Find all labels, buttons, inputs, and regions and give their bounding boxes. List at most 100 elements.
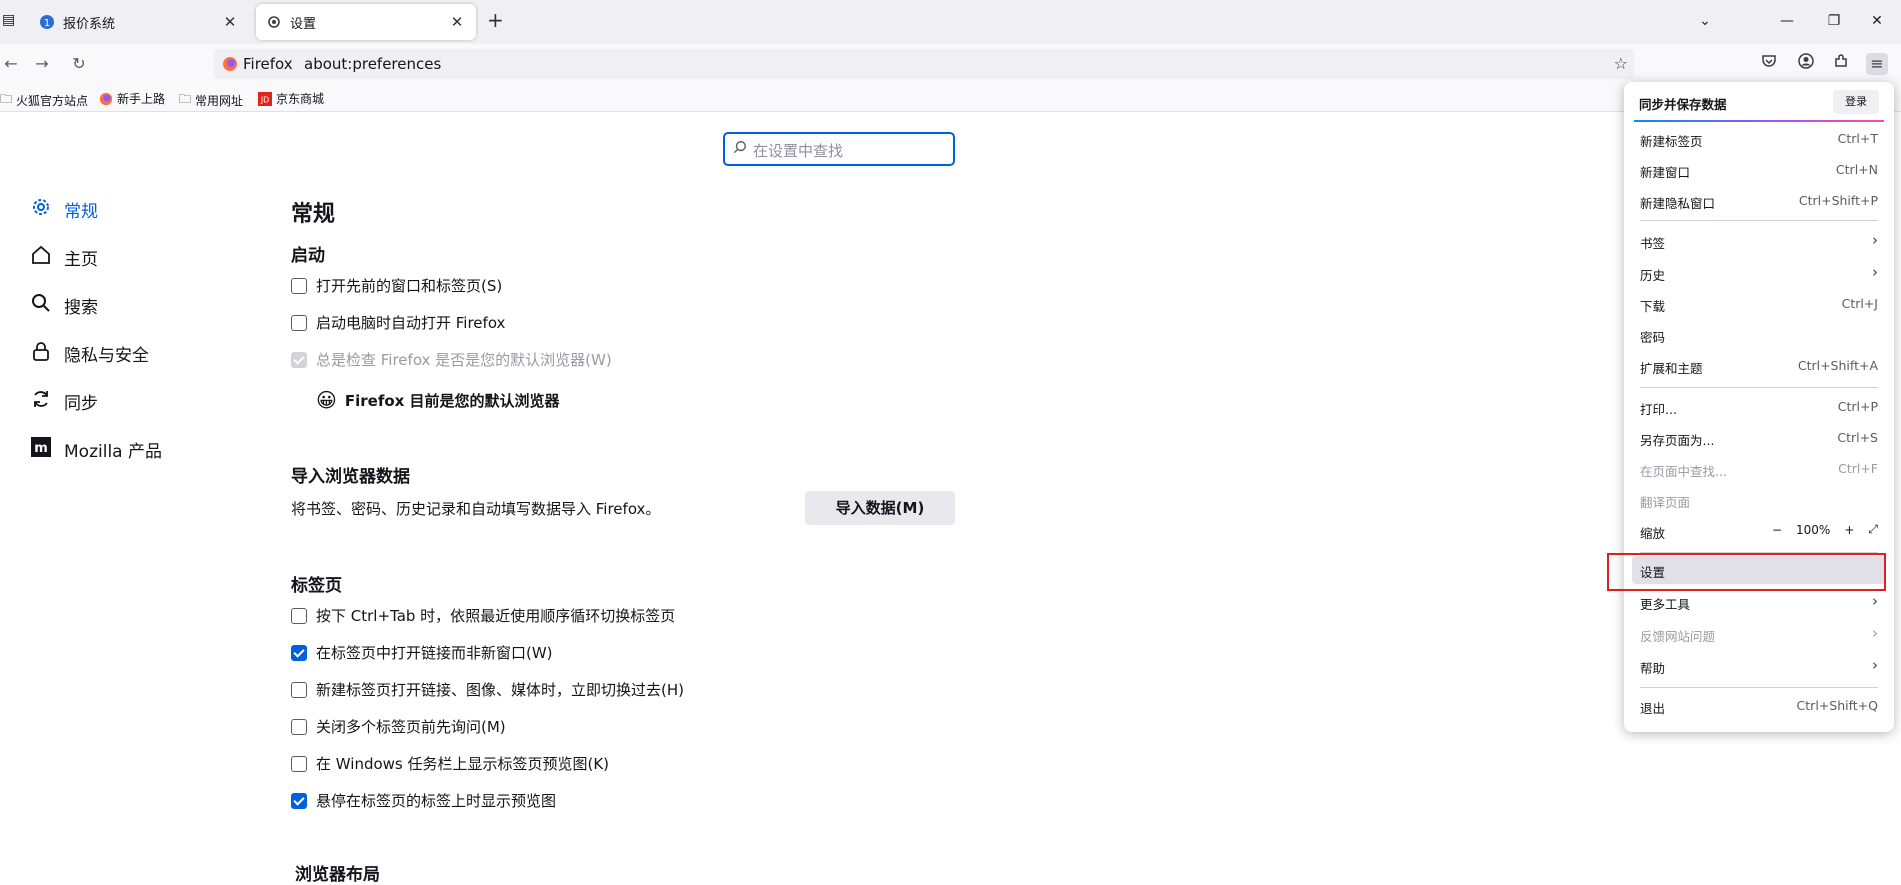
menu-shortcut: Ctrl+P xyxy=(1837,399,1878,414)
default-status-text: Firefox 目前是您的默认浏览器 xyxy=(344,391,560,410)
menu-label: 密码 xyxy=(1640,330,1666,345)
search-icon xyxy=(28,292,54,319)
restore-session-checkbox[interactable] xyxy=(291,277,307,294)
category-label: 常规 xyxy=(64,202,98,222)
warn-close-tabs-checkbox[interactable] xyxy=(291,718,307,735)
ctrl-tab-checkbox[interactable] xyxy=(291,607,307,624)
identity-box[interactable]: Firefox xyxy=(222,55,293,73)
menu-history[interactable]: 历史 › xyxy=(1632,259,1886,287)
open-links-in-tabs-option[interactable]: 在标签页中打开链接而非新窗口(W) xyxy=(291,642,553,663)
fullscreen-expand-icon[interactable]: ⤢ xyxy=(1868,522,1878,537)
firefox-icon xyxy=(223,57,237,71)
autostart-option[interactable]: 启动电脑时自动打开 Firefox xyxy=(291,312,505,333)
menu-more-tools[interactable]: 更多工具 › xyxy=(1632,588,1886,616)
import-description: 将书签、密码、历史记录和自动填写数据导入 Firefox。 xyxy=(291,500,661,518)
settings-search-input[interactable]: 在设置中查找 xyxy=(723,132,955,166)
taskbar-preview-checkbox[interactable] xyxy=(291,755,307,772)
taskbar-preview-option[interactable]: 在 Windows 任务栏上显示标签页预览图(K) xyxy=(291,753,609,774)
sync-icon xyxy=(28,388,54,415)
zoom-out-minus-icon[interactable]: − xyxy=(1772,523,1782,537)
new-tab-plus-icon[interactable]: + xyxy=(487,8,504,32)
menu-label: 另存页面为... xyxy=(1640,433,1715,448)
close-tab-icon[interactable]: ✕ xyxy=(448,13,466,31)
menu-bookmarks[interactable]: 书签 › xyxy=(1632,227,1886,255)
import-heading: 导入浏览器数据 xyxy=(291,467,410,487)
menu-help[interactable]: 帮助 › xyxy=(1632,652,1886,680)
bookmark-item[interactable]: JD 京东商城 xyxy=(258,90,324,107)
forward-arrow-icon[interactable]: → xyxy=(31,53,53,75)
bookmark-item[interactable]: 新手上路 xyxy=(99,90,165,107)
svg-text:m: m xyxy=(34,441,48,456)
category-privacy[interactable]: 隐私与安全 xyxy=(28,340,149,367)
close-tab-icon[interactable]: ✕ xyxy=(221,13,239,31)
tabs-heading: 标签页 xyxy=(291,576,342,596)
minimize-icon[interactable]: — xyxy=(1776,10,1798,32)
back-arrow-icon[interactable]: ← xyxy=(0,53,22,75)
switch-to-new-tab-checkbox[interactable] xyxy=(291,681,307,698)
login-button[interactable]: 登录 xyxy=(1833,90,1879,114)
menu-quit[interactable]: 退出 Ctrl+Shift+Q xyxy=(1632,692,1886,720)
tab-list-icon[interactable]: ▤ xyxy=(2,12,15,28)
category-sync[interactable]: 同步 xyxy=(28,388,98,415)
bookmark-item[interactable]: 🗀 火狐官方站点 xyxy=(0,90,88,111)
menu-label: 帮助 xyxy=(1640,661,1666,676)
menu-label: 新建标签页 xyxy=(1640,134,1703,149)
url-text[interactable]: about:preferences xyxy=(304,55,441,73)
account-icon[interactable] xyxy=(1795,53,1817,75)
sync-header: 同步并保存数据 登录 xyxy=(1624,82,1894,122)
open-links-in-tabs-checkbox[interactable] xyxy=(291,644,307,661)
tab-quote-system[interactable]: 1 报价系统 ✕ xyxy=(29,4,249,40)
hover-preview-checkbox[interactable] xyxy=(291,792,307,809)
close-window-icon[interactable]: ✕ xyxy=(1866,10,1888,32)
tab-title: 报价系统 xyxy=(63,16,116,32)
restore-session-option[interactable]: 打开先前的窗口和标签页(S) xyxy=(291,275,502,296)
category-label: 搜索 xyxy=(64,298,98,318)
menu-print[interactable]: 打印... Ctrl+P xyxy=(1632,393,1886,421)
menu-label: 新建窗口 xyxy=(1640,165,1691,180)
menu-label: 在页面中查找... xyxy=(1640,464,1727,479)
menu-addons[interactable]: 扩展和主题 Ctrl+Shift+A xyxy=(1632,352,1886,380)
menu-label: 书签 xyxy=(1640,236,1666,251)
menu-shortcut: Ctrl+F xyxy=(1838,461,1878,476)
category-general[interactable]: 常规 xyxy=(28,196,98,223)
menu-label: 下载 xyxy=(1640,299,1666,314)
autostart-checkbox[interactable] xyxy=(291,314,307,331)
option-label: 打开先前的窗口和标签页(S) xyxy=(316,277,503,295)
jd-icon: JD xyxy=(258,91,272,106)
page-title: 常规 xyxy=(291,202,336,227)
zoom-in-plus-icon[interactable]: + xyxy=(1844,523,1854,537)
identity-label: Firefox xyxy=(243,55,293,73)
startup-heading: 启动 xyxy=(291,246,325,266)
menu-downloads[interactable]: 下载 Ctrl+J xyxy=(1632,290,1886,318)
pocket-icon[interactable] xyxy=(1758,53,1780,75)
import-data-button[interactable]: 导入数据(M) xyxy=(805,491,955,525)
url-bar[interactable]: Firefox about:preferences ☆ xyxy=(214,49,1634,79)
bookmark-star-icon[interactable]: ☆ xyxy=(1614,54,1628,73)
tab-settings[interactable]: 设置 ✕ xyxy=(256,4,476,40)
menu-new-window[interactable]: 新建窗口 Ctrl+N xyxy=(1632,156,1886,184)
bookmark-item[interactable]: 🗀 常用网址 xyxy=(179,90,243,111)
menu-passwords[interactable]: 密码 xyxy=(1632,321,1886,349)
sync-gradient-divider xyxy=(1634,120,1884,122)
warn-close-tabs-option[interactable]: 关闭多个标签页前先询问(M) xyxy=(291,716,506,737)
category-search[interactable]: 搜索 xyxy=(28,292,98,319)
reload-icon[interactable]: ↻ xyxy=(68,53,90,75)
list-all-tabs-chevron-icon[interactable]: ⌄ xyxy=(1694,10,1716,32)
folder-icon: 🗀 xyxy=(0,92,13,106)
hover-preview-option[interactable]: 悬停在标签页的标签上时显示预览图 xyxy=(291,790,556,811)
extensions-puzzle-icon[interactable] xyxy=(1830,53,1852,75)
zoom-level[interactable]: 100% xyxy=(1796,523,1830,537)
quote-system-favicon-icon: 1 xyxy=(40,15,54,29)
restore-icon[interactable]: ❐ xyxy=(1823,10,1845,32)
category-mozilla-products[interactable]: m Mozilla 产品 xyxy=(28,436,162,463)
switch-to-new-tab-option[interactable]: 新建标签页打开链接、图像、媒体时，立即切换过去(H) xyxy=(291,679,684,700)
svg-text:1: 1 xyxy=(44,18,50,29)
menu-new-private-window[interactable]: 新建隐私窗口 Ctrl+Shift+P xyxy=(1632,187,1886,215)
ctrl-tab-option[interactable]: 按下 Ctrl+Tab 时，依照最近使用顺序循环切换标签页 xyxy=(291,605,675,626)
app-menu-hamburger-icon[interactable]: ≡ xyxy=(1866,53,1888,75)
menu-save-page[interactable]: 另存页面为... Ctrl+S xyxy=(1632,424,1886,452)
bookmark-label: 京东商城 xyxy=(276,92,325,106)
option-label: 启动电脑时自动打开 Firefox xyxy=(316,314,506,332)
category-home[interactable]: 主页 xyxy=(28,244,98,271)
menu-new-tab[interactable]: 新建标签页 Ctrl+T xyxy=(1632,125,1886,153)
